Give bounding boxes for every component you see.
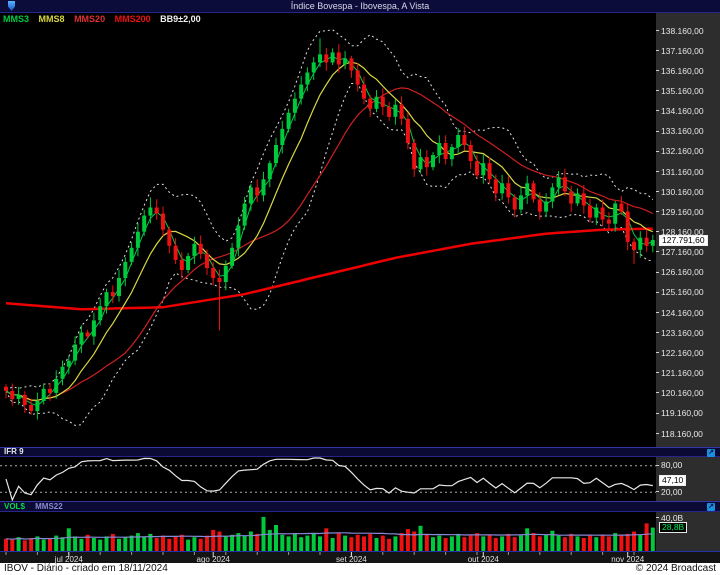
vol-panel-header: VOL$ MMS22 ↗ <box>0 501 720 512</box>
candles <box>4 38 655 420</box>
ifr-axis: 80,00 20,00 47,10 <box>656 457 720 501</box>
status-text: IBOV - Diário - criado em 18/11/2024 <box>4 563 168 574</box>
price-axis: 138.160,00 137.160,00 136.160,00 135.160,00… <box>656 13 720 447</box>
volume-bars <box>4 516 655 551</box>
price-axis-label: 124.160,00 <box>656 308 720 318</box>
status-bar: IBOV - Diário - criado em 18/11/2024 © 2… <box>0 563 720 575</box>
vol-mms22-line <box>5 532 653 540</box>
price-axis-label: 135.160,00 <box>656 86 720 96</box>
price-chart-svg <box>4 29 655 426</box>
date-axis-svg: jul 2024 ago 2024 set 2024 out 2024 nov 2024 <box>5 552 645 563</box>
price-axis-label: 130.160,00 <box>656 187 720 197</box>
legend-bb9: BB9±2,00 <box>160 14 201 24</box>
ifr-chart-svg <box>0 457 656 501</box>
ifr-panel: 80,00 20,00 47,10 <box>0 457 720 501</box>
window-title: Índice Bovespa - Ibovespa, A Vista <box>290 1 430 11</box>
chart-window: Índice Bovespa - Ibovespa, A Vista MMS3 … <box>0 0 720 575</box>
price-axis-label: 136.160,00 <box>656 66 720 76</box>
price-axis-label: 131.160,00 <box>656 167 720 177</box>
bollinger-lower <box>5 83 653 426</box>
price-axis-label: 127.160,00 <box>656 248 720 257</box>
expand-icon[interactable]: ↗ <box>707 503 715 511</box>
month-tick-label: out 2024 <box>468 555 500 563</box>
price-axis-label: 133.160,00 <box>656 127 720 136</box>
legend-mms20: MMS20 <box>74 14 106 24</box>
mms20-line <box>5 87 654 401</box>
pin-icon[interactable] <box>8 1 15 11</box>
legend-mms200: MMS200 <box>114 14 151 24</box>
ifr-upper-label: 80,00 <box>656 461 720 470</box>
ifr-title: IFR 9 <box>4 447 24 456</box>
price-axis-label: 129.160,00 <box>656 207 720 217</box>
vol-value-tag: 28,8B <box>659 522 688 534</box>
mms8-line <box>5 61 654 401</box>
price-axis-label: 121.160,00 <box>656 369 720 378</box>
indicator-legend: MMS3 MMS8 MMS20 MMS200 BB9±2,00 <box>3 14 208 24</box>
legend-mms3: MMS3 <box>3 14 30 24</box>
date-axis: jul 2024 ago 2024 set 2024 out 2024 nov 2024 <box>0 551 720 563</box>
ifr-panel-header: IFR 9 ↗ <box>0 447 720 457</box>
month-tick-label: set 2024 <box>336 555 367 563</box>
vol-title: VOL$ <box>4 502 25 511</box>
mms200-line <box>5 227 653 311</box>
last-price-tag: 127.791,60 <box>659 234 708 246</box>
ifr-lower-label: 20,00 <box>656 487 720 497</box>
legend-mms8: MMS8 <box>38 14 65 24</box>
price-axis-label: 122.160,00 <box>656 348 720 358</box>
price-axis-label: 126.160,00 <box>656 268 720 277</box>
vol-chart-svg <box>4 516 655 551</box>
price-panel: MMS3 MMS8 MMS20 MMS200 BB9±2,00 138.160,… <box>0 13 720 447</box>
price-axis-label: 138.160,00 <box>656 26 720 36</box>
vol-mms22-label: MMS22 <box>35 502 63 511</box>
month-tick-label: ago 2024 <box>197 555 231 563</box>
date-ticks: jul 2024 ago 2024 set 2024 out 2024 nov 2024 <box>5 552 645 563</box>
vol-axis: 40,0B 28,8B <box>656 512 720 551</box>
price-axis-label: 123.160,00 <box>656 328 720 338</box>
price-axis-label: 132.160,00 <box>656 147 720 156</box>
expand-icon[interactable]: ↗ <box>707 449 715 457</box>
vol-panel: 40,0B 28,8B <box>0 512 720 551</box>
month-tick-label: nov 2024 <box>611 555 644 563</box>
price-axis-label: 125.160,00 <box>656 288 720 297</box>
price-axis-label: 137.160,00 <box>656 46 720 56</box>
copyright-text: © 2024 Broadcast <box>635 563 716 574</box>
ifr-line <box>5 457 653 501</box>
title-bar: Índice Bovespa - Ibovespa, A Vista <box>0 0 720 13</box>
bollinger-upper <box>5 29 654 392</box>
price-axis-label: 134.160,00 <box>656 107 720 116</box>
price-axis-label: 120.160,00 <box>656 389 720 398</box>
price-axis-label: 118.160,00 <box>656 429 720 439</box>
mms3-line <box>5 55 654 407</box>
month-tick-label: jul 2024 <box>54 555 84 563</box>
price-axis-label: 119.160,00 <box>656 409 720 418</box>
ifr-value-tag: 47,10 <box>659 474 687 486</box>
